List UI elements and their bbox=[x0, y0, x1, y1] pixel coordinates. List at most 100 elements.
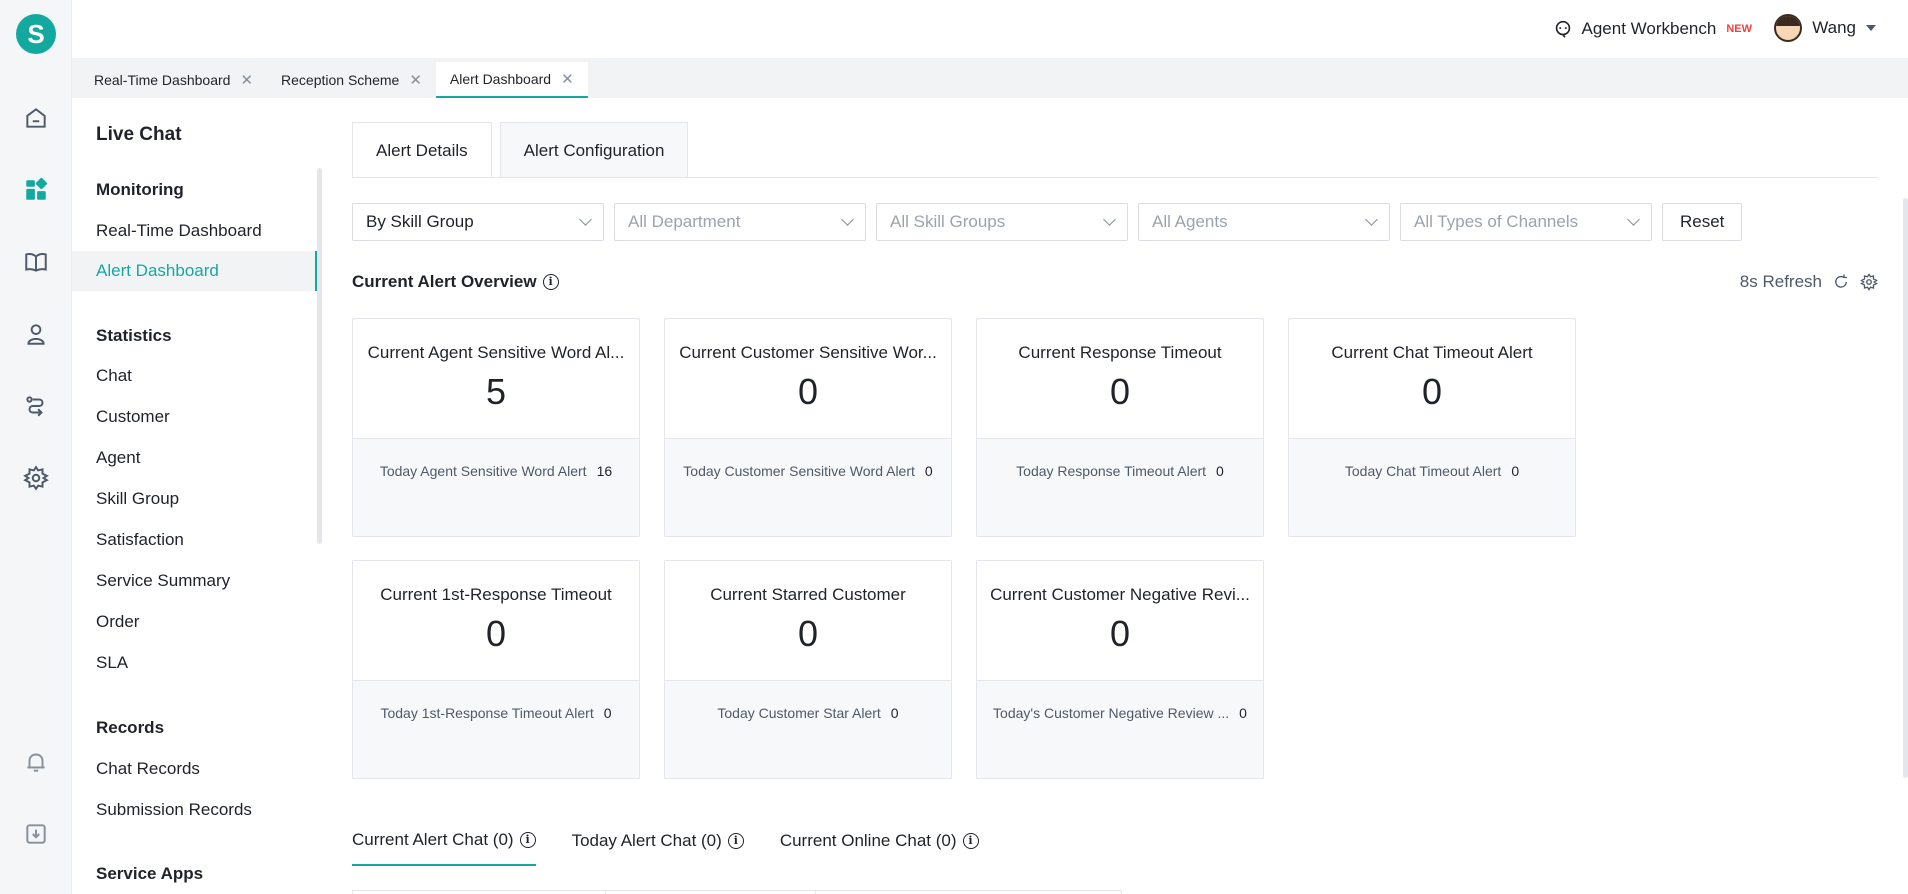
alert-card[interactable]: Current Chat Timeout Alert 0 Today Chat T… bbox=[1288, 318, 1576, 537]
channels-select[interactable]: All Types of Channels bbox=[1400, 203, 1652, 241]
headset-icon bbox=[1555, 20, 1570, 38]
card-title: Current Response Timeout bbox=[1018, 343, 1222, 362]
main-scrollbar[interactable] bbox=[1903, 198, 1908, 778]
card-today-label: Today Customer Sensitive Word Alert bbox=[683, 463, 915, 479]
page-tab-label: Alert Dashboard bbox=[449, 71, 552, 87]
chevron-down-icon bbox=[579, 213, 592, 226]
nav-group-service-apps: Service Apps bbox=[96, 864, 204, 883]
card-today-label: Today Customer Star Alert bbox=[717, 705, 881, 721]
page-tab-realtime[interactable]: Real-Time Dashboard ✕ bbox=[80, 62, 267, 98]
group-by-select[interactable]: By Skill Group bbox=[352, 203, 604, 241]
reset-button[interactable]: Reset bbox=[1662, 203, 1743, 241]
card-value: 5 bbox=[485, 371, 507, 412]
card-value: 0 bbox=[485, 613, 507, 654]
download-icon[interactable] bbox=[22, 820, 50, 848]
routing-icon[interactable] bbox=[22, 392, 50, 420]
refresh-control: 8s Refresh bbox=[1740, 272, 1878, 292]
nav-item-sla[interactable]: SLA bbox=[72, 643, 317, 683]
gear-icon[interactable] bbox=[22, 464, 50, 492]
alert-card[interactable]: Current 1st-Response Timeout 0 Today 1st-… bbox=[352, 560, 640, 779]
avatar bbox=[1774, 14, 1803, 42]
nav-title: Live Chat bbox=[96, 124, 182, 145]
agents-select[interactable]: All Agents bbox=[1138, 203, 1390, 241]
tab-alert-configuration[interactable]: Alert Configuration bbox=[499, 122, 689, 178]
nav-item-submission-records[interactable]: Submission Records bbox=[72, 790, 317, 830]
page-tab-label: Reception Scheme bbox=[281, 72, 400, 88]
card-today-label: Today Agent Sensitive Word Alert bbox=[379, 463, 587, 479]
tab-alert-details[interactable]: Alert Details bbox=[352, 122, 492, 178]
info-icon[interactable]: i bbox=[519, 832, 536, 848]
card-title: Current Customer Negative Revi... bbox=[990, 585, 1250, 604]
card-value: 0 bbox=[1109, 371, 1131, 412]
card-today-value: 16 bbox=[596, 463, 613, 479]
user-icon[interactable] bbox=[22, 320, 50, 348]
alert-card[interactable]: Current Response Timeout 0 Today Response… bbox=[976, 318, 1264, 537]
alert-card[interactable]: Current Agent Sensitive Word Al... 5 Toda… bbox=[352, 318, 640, 537]
agents-placeholder: All Agents bbox=[1152, 212, 1228, 231]
chevron-down-icon bbox=[1365, 213, 1378, 226]
nav-item-realtime-dashboard[interactable]: Real-Time Dashboard bbox=[72, 211, 317, 251]
card-value: 0 bbox=[1421, 371, 1443, 412]
card-today-value: 0 bbox=[1216, 463, 1224, 479]
overview-title: Current Alert Overview i bbox=[352, 272, 559, 292]
alert-card[interactable]: Current Customer Sensitive Wor... 0 Today… bbox=[664, 318, 952, 537]
tab-today-alert-chat[interactable]: Today Alert Chat (0) i bbox=[572, 830, 744, 866]
nav-item-skill-group[interactable]: Skill Group bbox=[72, 479, 317, 519]
card-today-value: 0 bbox=[890, 705, 899, 721]
home-icon[interactable] bbox=[22, 104, 50, 132]
main-content: Alert Details Alert Configuration By Ski… bbox=[322, 98, 1908, 894]
nav-group-records: Records bbox=[96, 718, 165, 737]
close-icon[interactable]: ✕ bbox=[409, 71, 422, 89]
skill-groups-select[interactable]: All Skill Groups bbox=[876, 203, 1128, 241]
nav-item-service-summary[interactable]: Service Summary bbox=[72, 561, 317, 601]
agent-workbench-label: Agent Workbench bbox=[1581, 19, 1717, 38]
group-by-value: By Skill Group bbox=[366, 212, 474, 231]
chevron-down-icon bbox=[1627, 213, 1640, 226]
nav-item-order[interactable]: Order bbox=[72, 602, 317, 642]
card-today-value: 0 bbox=[603, 705, 612, 721]
side-nav: Live Chat Monitoring Real-Time Dashboard… bbox=[72, 98, 322, 894]
card-today-label: Today's Customer Negative Review ... bbox=[993, 705, 1230, 721]
user-menu[interactable]: Wang bbox=[1774, 14, 1876, 42]
tab-label: Current Alert Chat (0) bbox=[352, 830, 514, 849]
refresh-icon[interactable] bbox=[1832, 273, 1850, 291]
department-select[interactable]: All Department bbox=[614, 203, 866, 241]
card-today-label: Today Response Timeout Alert bbox=[1016, 463, 1207, 479]
refresh-label: 8s Refresh bbox=[1739, 272, 1822, 291]
alert-tabs: Alert Details Alert Configuration bbox=[352, 122, 689, 178]
page-tab-reception[interactable]: Reception Scheme ✕ bbox=[267, 62, 436, 98]
tab-current-alert-chat[interactable]: Current Alert Chat (0) i bbox=[352, 830, 536, 866]
card-title: Current Starred Customer bbox=[710, 585, 906, 604]
settings-icon[interactable] bbox=[1860, 273, 1878, 291]
tabs-divider bbox=[352, 177, 1878, 178]
nav-group-monitoring: Monitoring bbox=[96, 180, 184, 199]
page-tab-alert[interactable]: Alert Dashboard ✕ bbox=[435, 62, 588, 98]
nav-item-chat-records[interactable]: Chat Records bbox=[72, 749, 317, 789]
info-icon[interactable]: i bbox=[962, 833, 979, 849]
nav-group-statistics: Statistics bbox=[96, 326, 172, 345]
bell-icon[interactable] bbox=[22, 748, 50, 776]
page-tabs: Real-Time Dashboard ✕ Reception Scheme ✕… bbox=[72, 58, 1908, 98]
info-icon[interactable]: i bbox=[727, 833, 744, 849]
app-logo[interactable]: S bbox=[16, 14, 56, 54]
info-icon[interactable]: i bbox=[542, 274, 559, 290]
nav-item-customer[interactable]: Customer bbox=[72, 397, 317, 437]
card-title: Current Agent Sensitive Word Al... bbox=[367, 343, 625, 362]
page-tab-label: Real-Time Dashboard bbox=[94, 72, 231, 88]
nav-item-agent[interactable]: Agent bbox=[72, 438, 317, 478]
nav-item-chat[interactable]: Chat bbox=[72, 356, 317, 396]
nav-item-alert-dashboard[interactable]: Alert Dashboard bbox=[72, 251, 317, 291]
dashboard-icon[interactable] bbox=[22, 176, 50, 204]
tab-label: Current Online Chat (0) bbox=[779, 831, 957, 850]
tab-current-online-chat[interactable]: Current Online Chat (0) i bbox=[780, 830, 979, 866]
close-icon[interactable]: ✕ bbox=[240, 71, 253, 89]
book-icon[interactable] bbox=[22, 248, 50, 276]
close-icon[interactable]: ✕ bbox=[561, 70, 574, 88]
alert-card[interactable]: Current Starred Customer 0 Today Customer… bbox=[664, 560, 952, 779]
chat-filter-row bbox=[352, 890, 1122, 894]
nav-item-satisfaction[interactable]: Satisfaction bbox=[72, 520, 317, 560]
left-rail: S bbox=[0, 0, 72, 894]
agent-workbench-link[interactable]: Agent Workbench NEW bbox=[1552, 18, 1752, 40]
alert-card[interactable]: Current Customer Negative Revi... 0 Today… bbox=[976, 560, 1264, 779]
chevron-down-icon bbox=[841, 213, 854, 226]
